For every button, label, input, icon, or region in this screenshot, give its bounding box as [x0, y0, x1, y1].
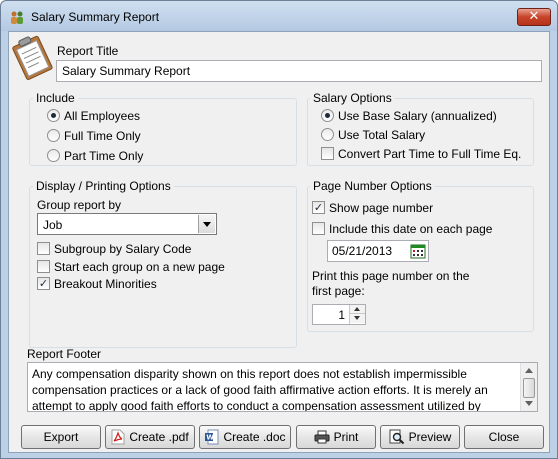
- svg-text:W: W: [207, 433, 215, 441]
- start-group-new-page-checkbox[interactable]: Start each group on a new page: [37, 260, 225, 276]
- radio-selected-icon: [47, 109, 60, 123]
- group-by-value: Job: [43, 218, 63, 232]
- group-by-label: Group report by: [37, 198, 122, 212]
- first-page-number-value: 1: [338, 308, 345, 322]
- checkbox-unchecked-icon: [37, 260, 50, 274]
- people-icon: [11, 11, 23, 24]
- radio-selected-icon: [321, 109, 334, 123]
- close-button[interactable]: Close: [464, 425, 544, 449]
- report-footer-text: Any compensation disparity shown on this…: [32, 367, 488, 412]
- magnifier-icon: [389, 429, 404, 445]
- show-page-number-checkbox[interactable]: ✓ Show page number: [312, 201, 433, 217]
- breakout-minorities-label: Breakout Minorities: [54, 277, 157, 291]
- clipboard-icon: [12, 35, 53, 80]
- use-total-salary-label: Use Total Salary: [338, 128, 426, 142]
- show-page-number-label: Show page number: [329, 201, 434, 215]
- print-page-number-label-line1: Print this page number on the: [312, 269, 470, 283]
- include-full-time-radio[interactable]: Full Time Only: [47, 129, 141, 145]
- report-footer-textarea[interactable]: Any compensation disparity shown on this…: [27, 362, 538, 412]
- printer-icon: [314, 430, 330, 444]
- dialog-body: Report Title Salary Summary Report Inclu…: [8, 31, 550, 453]
- close-button-label: Close: [488, 430, 520, 444]
- convert-part-time-checkbox[interactable]: Convert Part Time to Full Time Eq.: [321, 147, 521, 163]
- date-value: 05/21/2013: [332, 244, 393, 258]
- print-page-number-label-line2: first page:: [312, 284, 365, 298]
- window-title: Salary Summary Report: [31, 10, 160, 24]
- scroll-thumb[interactable]: [523, 378, 535, 398]
- include-date-checkbox[interactable]: Include this date on each page: [312, 222, 492, 238]
- calendar-icon[interactable]: [410, 243, 426, 259]
- checkbox-checked-icon: ✓: [37, 277, 50, 291]
- preview-button[interactable]: Preview: [380, 425, 460, 449]
- print-button-label: Print: [333, 430, 359, 444]
- include-all-employees-label: All Employees: [64, 109, 141, 123]
- export-button-label: Export: [43, 430, 79, 444]
- checkbox-checked-icon: ✓: [312, 201, 325, 215]
- create-pdf-label: Create .pdf: [129, 430, 189, 444]
- page-number-title: Page Number Options: [310, 179, 435, 193]
- footer-scrollbar[interactable]: [520, 363, 537, 411]
- group-by-select[interactable]: Job: [37, 213, 217, 235]
- title-bar[interactable]: Salary Summary Report ✕: [1, 1, 557, 31]
- scroll-up-icon[interactable]: [521, 363, 537, 378]
- display-printing-title: Display / Printing Options: [33, 179, 174, 193]
- use-total-salary-radio[interactable]: Use Total Salary: [321, 128, 425, 144]
- stepper-down-icon[interactable]: [350, 314, 365, 323]
- salary-options-title: Salary Options: [310, 91, 395, 105]
- include-group-title: Include: [33, 91, 78, 105]
- report-title-input[interactable]: Salary Summary Report: [56, 60, 542, 82]
- include-all-employees-radio[interactable]: All Employees: [47, 109, 140, 125]
- word-doc-icon: W: [205, 429, 219, 445]
- window-close-button[interactable]: ✕: [517, 8, 551, 26]
- date-input[interactable]: 05/21/2013: [327, 240, 429, 262]
- chevron-down-icon[interactable]: [198, 215, 215, 233]
- create-doc-label: Create .doc: [223, 430, 286, 444]
- convert-part-time-label: Convert Part Time to Full Time Eq.: [338, 147, 522, 161]
- subgroup-salary-code-checkbox[interactable]: Subgroup by Salary Code: [37, 242, 191, 258]
- use-base-salary-radio[interactable]: Use Base Salary (annualized): [321, 109, 497, 125]
- report-footer-label: Report Footer: [27, 347, 102, 361]
- include-date-label: Include this date on each page: [329, 222, 493, 236]
- checkbox-unchecked-icon: [37, 242, 50, 256]
- start-group-new-page-label: Start each group on a new page: [54, 260, 225, 274]
- checkbox-unchecked-icon: [312, 222, 325, 236]
- stepper-buttons: [349, 305, 365, 324]
- include-full-time-label: Full Time Only: [64, 129, 141, 143]
- include-part-time-label: Part Time Only: [64, 149, 144, 163]
- breakout-minorities-checkbox[interactable]: ✓ Breakout Minorities: [37, 277, 157, 293]
- scroll-down-icon[interactable]: [521, 396, 537, 411]
- create-pdf-button[interactable]: Create .pdf: [105, 425, 195, 449]
- stepper-up-icon[interactable]: [350, 305, 365, 314]
- pdf-file-icon: [111, 429, 125, 445]
- radio-unselected-icon: [47, 129, 60, 143]
- include-part-time-radio[interactable]: Part Time Only: [47, 149, 143, 165]
- radio-unselected-icon: [47, 149, 60, 163]
- preview-button-label: Preview: [408, 430, 452, 444]
- print-button[interactable]: Print: [296, 425, 376, 449]
- radio-unselected-icon: [321, 128, 334, 142]
- report-title-label: Report Title: [57, 44, 119, 58]
- first-page-number-stepper[interactable]: 1: [312, 304, 366, 325]
- checkbox-unchecked-icon: [321, 147, 334, 161]
- create-doc-button[interactable]: W Create .doc: [199, 425, 291, 449]
- subgroup-salary-code-label: Subgroup by Salary Code: [54, 242, 192, 256]
- use-base-salary-label: Use Base Salary (annualized): [338, 109, 497, 123]
- export-button[interactable]: Export: [21, 425, 101, 449]
- dialog-window: Salary Summary Report ✕ Report Title Sal…: [0, 0, 558, 459]
